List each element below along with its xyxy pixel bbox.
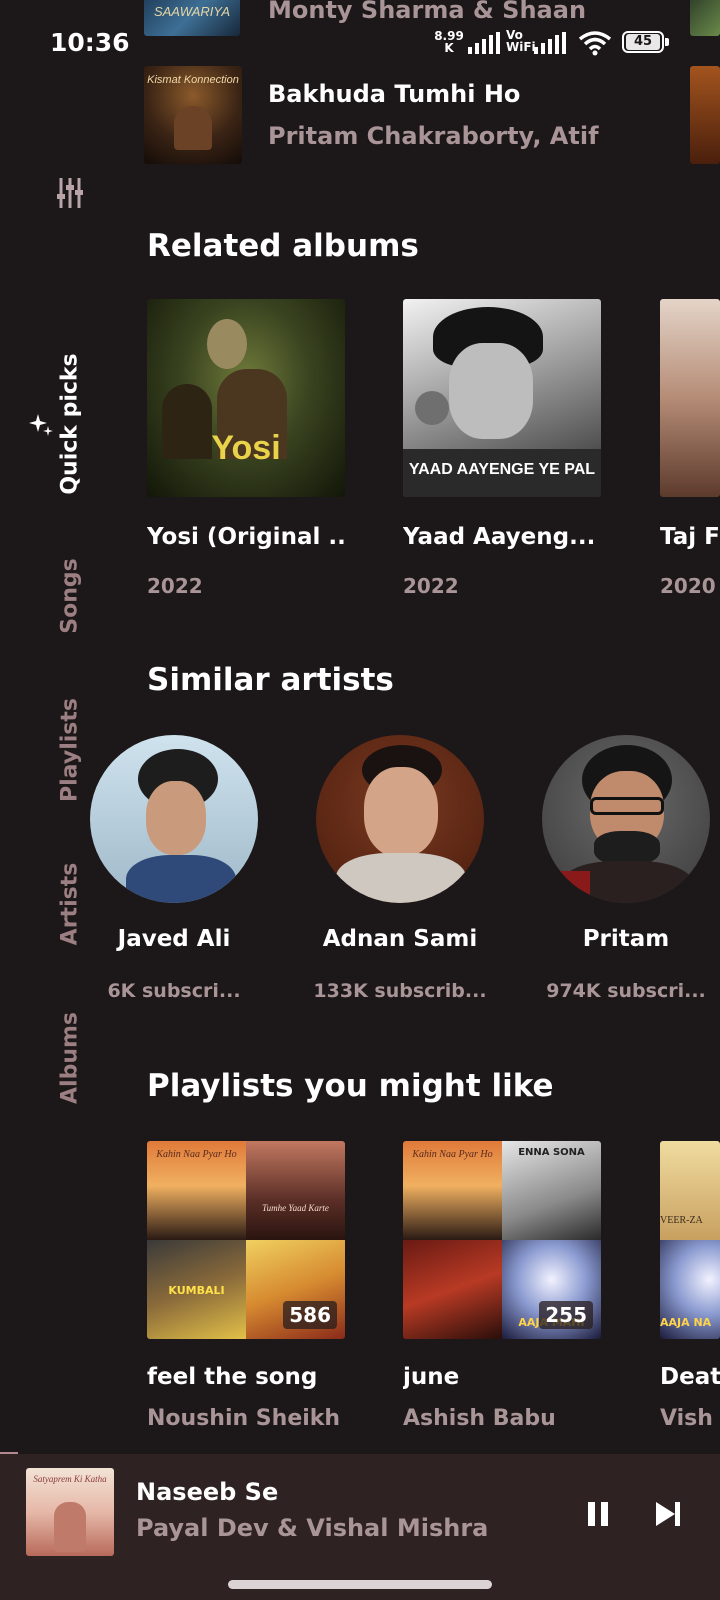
rail-tab-songs[interactable]: Songs: [58, 558, 83, 633]
sparkle-icon: [28, 412, 54, 442]
artist-subscribers: 974K subscri...: [546, 980, 706, 1002]
related-albums-title: Related albums: [147, 228, 419, 264]
album-title: Taj F: [660, 524, 720, 550]
now-playing-art: Satyaprem Ki Katha: [26, 1468, 114, 1556]
playlist-art: VEER-ZA AAJA NA: [660, 1141, 720, 1339]
playlist-song-count: 255: [539, 1301, 593, 1329]
next-button[interactable]: [648, 1494, 688, 1534]
status-time: 10:36: [50, 28, 130, 57]
artist-name: Javed Ali: [117, 926, 231, 952]
playlist-title: june: [403, 1364, 460, 1390]
similar-artists-title: Similar artists: [147, 662, 394, 698]
playlist-owner: Ashish Babu: [403, 1406, 556, 1431]
artist-name: Adnan Sami: [322, 926, 478, 952]
wifi-icon: [578, 30, 612, 60]
album-year: 2022: [147, 574, 203, 598]
skip-next-icon: [656, 1502, 680, 1526]
album-title: Yosi (Original ...: [147, 524, 347, 550]
now-playing-title: Naseeb Se: [136, 1478, 279, 1506]
album-year: 2020: [660, 574, 716, 598]
playlist-owner: Vish: [660, 1406, 713, 1431]
playlists-title: Playlists you might like: [147, 1068, 554, 1104]
mini-player[interactable]: Satyaprem Ki Katha Naseeb Se Payal Dev &…: [0, 1454, 720, 1600]
artist-subscribers: 6K subscri...: [107, 980, 241, 1002]
album-year: 2022: [403, 574, 459, 598]
playlist-song-count: 586: [283, 1301, 337, 1329]
artist-name: Pritam: [582, 926, 670, 952]
pause-icon: [588, 1502, 608, 1526]
playlist-art: Kahin Naa Pyar Ho ENNA SONA AAJA MAHI 25…: [403, 1141, 601, 1339]
rail-tab-playlists[interactable]: Playlists: [58, 698, 83, 802]
artist-photo: [542, 735, 710, 903]
vowifi-label: Vo WiFi: [506, 28, 536, 54]
rail-tab-quick-picks[interactable]: Quick picks: [58, 353, 83, 494]
status-bar: 10:36 8.99 K Vo WiFi 45: [0, 0, 720, 80]
artist-photo: [316, 735, 484, 903]
playlist-owner: Noushin Sheikh: [147, 1406, 341, 1431]
album-title: Yaad Aayeng...: [403, 524, 596, 550]
playlist-title: Deat: [660, 1364, 720, 1390]
gesture-home-bar[interactable]: [228, 1580, 492, 1589]
artist-subscribers: 133K subscrib...: [313, 980, 487, 1002]
equalizer-icon: [57, 178, 83, 208]
playlist-art: Kahin Naa Pyar Ho Tumhe Yaad Karte KUMBA…: [147, 1141, 345, 1339]
battery-icon: 45: [622, 31, 669, 53]
settings-button[interactable]: [56, 176, 84, 214]
rail-tab-artists[interactable]: Artists: [58, 863, 83, 946]
artist-photo: [90, 735, 258, 903]
playlist-title: feel the song: [147, 1364, 318, 1390]
song-art-next: [690, 66, 720, 164]
album-art: YAAD AAYENGE YE PAL: [403, 299, 601, 497]
song-art: Kismat Konnection: [144, 66, 242, 164]
pause-button[interactable]: [578, 1494, 618, 1534]
rail-tab-albums[interactable]: Albums: [58, 1012, 83, 1104]
signal-icon: [534, 32, 568, 58]
song-title: Bakhuda Tumhi Ho: [268, 80, 521, 108]
song-artist: Pritam Chakraborty, Atif: [268, 122, 599, 150]
signal-icon: [468, 32, 502, 58]
now-playing-artist: Payal Dev & Vishal Mishra: [136, 1514, 489, 1542]
album-art: [660, 299, 720, 497]
net-speed: 8.99 K: [434, 29, 464, 55]
album-art: Yosi: [147, 299, 345, 497]
